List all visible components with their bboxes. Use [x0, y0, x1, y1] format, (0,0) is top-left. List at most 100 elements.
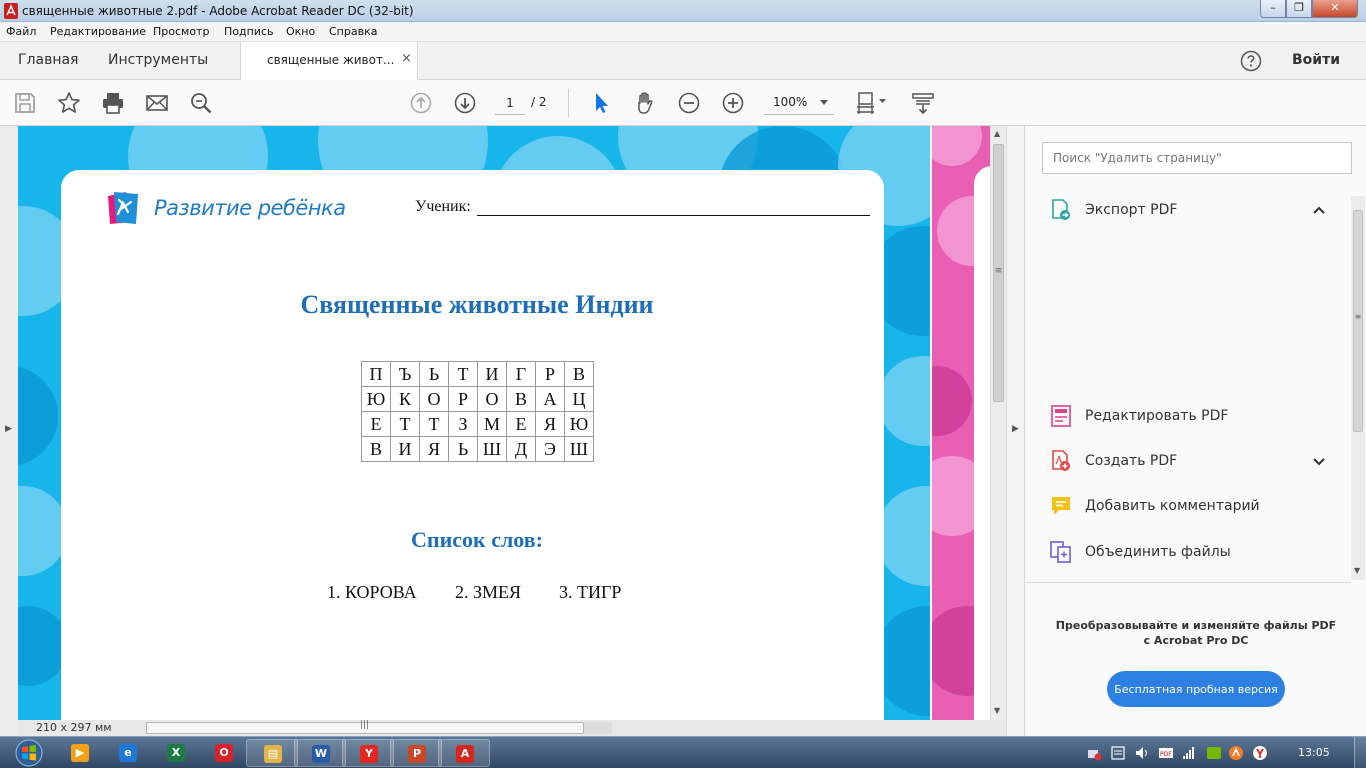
speaker-icon[interactable] — [1134, 745, 1150, 761]
menu-help[interactable]: Справка — [329, 25, 377, 38]
taskbar-file-explorer[interactable]: ▤ — [246, 739, 298, 767]
menu-sign[interactable]: Подпись — [224, 25, 273, 38]
grid-cell: Ю — [361, 386, 391, 412]
grid-cell: Е — [361, 411, 391, 437]
taskbar-yandex-browser[interactable]: Y — [342, 739, 394, 767]
menu-window[interactable]: Окно — [286, 25, 315, 38]
scrollbar-grip-icon: ≡ — [1354, 312, 1362, 321]
tool-export-pdf[interactable]: Экспорт PDF — [1049, 196, 1349, 226]
grid-cell: Д — [506, 436, 536, 462]
menu-file[interactable]: Файл — [6, 25, 36, 38]
fit-page-icon[interactable] — [854, 90, 890, 116]
taskbar-powerpoint[interactable]: P — [390, 739, 442, 767]
avast-icon[interactable] — [1228, 745, 1244, 761]
grid-cell: Я — [535, 411, 565, 437]
acrobat-app-icon — [4, 3, 18, 19]
decor-bubble — [932, 126, 982, 166]
tab-tools[interactable]: Инструменты — [108, 52, 208, 68]
tab-close-icon[interactable]: × — [401, 51, 412, 66]
right-panel-toggle[interactable]: ▶ — [1006, 126, 1024, 736]
chevron-up-icon[interactable] — [1311, 202, 1327, 218]
free-trial-button[interactable]: Бесплатная пробная версия — [1107, 671, 1285, 707]
minimize-button[interactable]: – — [1260, 0, 1286, 18]
save-icon[interactable] — [12, 90, 38, 116]
close-window-button[interactable]: ✕ — [1312, 0, 1358, 18]
tool-label: Создать PDF — [1085, 453, 1178, 469]
document-viewer[interactable]: Развитие ребёнка Ученик: Священные живот… — [18, 126, 990, 720]
word-search-grid: ПЪЬТИГРВЮКОРОВАЦЕТТЗМЕЯЮВИЯЬШДЭШ — [361, 361, 594, 462]
taskbar-media-player[interactable]: ▶ — [54, 739, 106, 767]
network-error-icon[interactable] — [1086, 745, 1102, 761]
combine-files-icon — [1049, 540, 1073, 564]
pro-promo-text: Преобразовывайте и изменяйте файлы PDF с… — [1047, 618, 1345, 648]
comment-icon — [1049, 494, 1073, 518]
tool-combine-files[interactable]: Объединить файлы — [1049, 538, 1349, 568]
tools-pane-scrollbar[interactable]: ≡ ▼ — [1351, 196, 1365, 580]
tool-label: Редактировать PDF — [1085, 408, 1229, 424]
chevron-down-icon[interactable] — [1311, 453, 1327, 469]
taskbar-internet-explorer[interactable]: e — [102, 739, 154, 767]
toolbar-divider — [568, 89, 569, 117]
grid-cell: В — [506, 386, 536, 412]
page-number-input[interactable] — [495, 91, 525, 115]
maximize-button[interactable]: ❐ — [1286, 0, 1312, 18]
taskbar-excel[interactable]: X — [150, 739, 202, 767]
zoom-dropdown[interactable]: 100% — [764, 91, 834, 115]
internet-explorer-icon: e — [119, 744, 137, 762]
hand-tool-icon[interactable] — [632, 90, 658, 116]
horizontal-scrollbar[interactable]: ||| — [146, 720, 612, 734]
tool-edit-pdf[interactable]: Редактировать PDF — [1049, 402, 1349, 432]
chevron-right-icon: ▶ — [1012, 424, 1019, 434]
yandex-tray-icon[interactable] — [1252, 745, 1268, 761]
taskbar-acrobat-reader[interactable]: A — [438, 739, 490, 767]
tab-home[interactable]: Главная — [18, 52, 78, 68]
export-pdf-icon — [1049, 198, 1073, 222]
grid-row: ВИЯЬШДЭШ — [361, 436, 594, 462]
sign-in-button[interactable]: Войти — [1292, 52, 1340, 68]
brand-logo-text: Развитие ребёнка — [154, 196, 346, 220]
nvidia-icon[interactable] — [1206, 745, 1222, 761]
read-mode-icon[interactable] — [910, 90, 936, 116]
grid-cell: Ю — [564, 411, 594, 437]
scroll-down-icon[interactable]: ▼ — [1354, 566, 1360, 575]
grid-cell: О — [419, 386, 449, 412]
show-desktop-button[interactable] — [1354, 737, 1366, 768]
notifications-icon[interactable] — [1110, 745, 1126, 761]
tab-document[interactable]: священные живот... × — [240, 42, 418, 80]
select-cursor-icon[interactable] — [588, 90, 614, 116]
zoom-search-icon[interactable] — [188, 90, 214, 116]
tool-create-pdf[interactable]: Создать PDF — [1049, 447, 1349, 477]
scroll-down-icon[interactable]: ▼ — [994, 706, 1000, 715]
grid-cell: М — [477, 411, 507, 437]
taskbar-word[interactable]: W — [294, 739, 346, 767]
page-down-icon[interactable] — [452, 90, 478, 116]
grid-cell: В — [361, 436, 391, 462]
grid-cell: Ъ — [390, 361, 420, 387]
document-vertical-scrollbar[interactable]: ▲ ≡ ▼ — [990, 126, 1006, 720]
tool-add-comment[interactable]: Добавить комментарий — [1049, 492, 1349, 522]
signal-strength-icon[interactable] — [1182, 745, 1198, 761]
pdf-page-2-preview — [930, 126, 990, 720]
zoom-out-icon[interactable] — [676, 90, 702, 116]
bookmark-star-icon[interactable] — [56, 90, 82, 116]
pdf-tray-icon[interactable]: PDF — [1158, 745, 1174, 761]
taskbar-opera[interactable]: O — [198, 739, 250, 767]
zoom-in-icon[interactable] — [720, 90, 746, 116]
help-icon[interactable] — [1240, 50, 1262, 72]
taskbar-clock[interactable]: 13:05 — [1298, 746, 1330, 759]
svg-text:PDF: PDF — [1160, 751, 1172, 758]
email-icon[interactable] — [144, 90, 170, 116]
scroll-up-icon[interactable]: ▲ — [994, 129, 1000, 138]
grid-row: ПЪЬТИГРВ — [361, 361, 594, 387]
scrollbar-thumb[interactable] — [1353, 210, 1363, 432]
start-button[interactable] — [6, 738, 52, 768]
page-up-icon[interactable] — [408, 90, 434, 116]
edit-pdf-icon — [1049, 404, 1073, 428]
worksheet-card: Развитие ребёнка Ученик: Священные живот… — [61, 170, 884, 720]
print-icon[interactable] — [100, 90, 126, 116]
menu-view[interactable]: Просмотр — [153, 25, 209, 38]
tool-search-input[interactable] — [1042, 142, 1352, 174]
horizontal-scrollbar-thumb[interactable]: ||| — [146, 720, 584, 734]
left-panel-toggle[interactable]: ▶ — [0, 126, 18, 736]
menu-edit[interactable]: Редактирование — [50, 25, 146, 38]
